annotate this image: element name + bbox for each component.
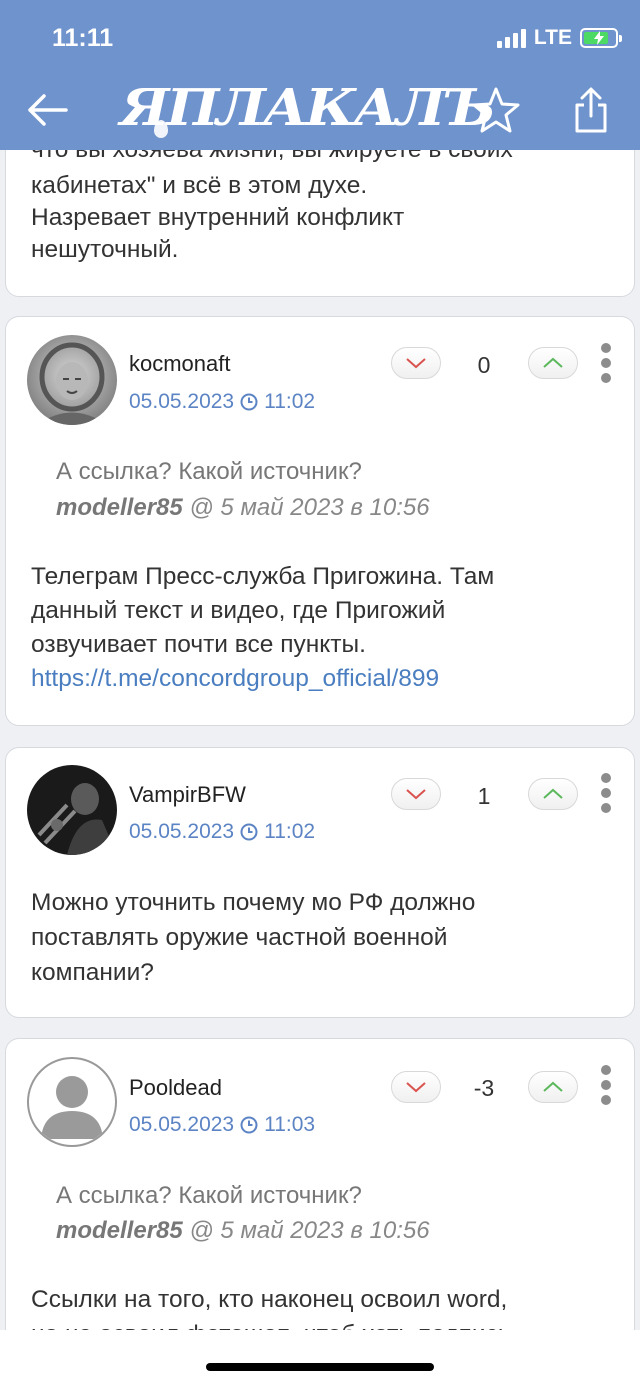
username[interactable]: VampirBFW bbox=[129, 782, 246, 808]
logo-drop-icon bbox=[154, 120, 168, 138]
quote-text: А ссылка? Какой источник? bbox=[56, 1182, 362, 1209]
comment-text-line: Телеграм Пресс-служба Пригожина. Там bbox=[31, 563, 495, 590]
back-arrow-icon bbox=[28, 94, 68, 126]
username[interactable]: kocmonaft bbox=[129, 351, 231, 377]
post-score: -3 bbox=[473, 1075, 495, 1101]
comment-text-line: Можно уточнить почему мо РФ должно bbox=[31, 889, 476, 916]
more-options-icon[interactable] bbox=[598, 343, 614, 383]
chevron-down-icon bbox=[406, 358, 426, 369]
chevron-up-icon bbox=[543, 788, 563, 799]
comment-text-line: нешуточный. bbox=[31, 236, 179, 263]
post-date: 05.05.2023 bbox=[129, 820, 235, 843]
comment-text-line: поставлять оружие частной военной bbox=[31, 924, 448, 951]
comment-text-line: кабинетах" и всё в этом духе. bbox=[31, 172, 368, 199]
star-icon bbox=[472, 87, 520, 133]
signal-icon bbox=[496, 28, 526, 48]
post-time: 11:02 bbox=[264, 820, 316, 843]
favorite-button[interactable] bbox=[468, 82, 524, 138]
quote-meta: @ 5 май 2023 в 10:56 bbox=[182, 494, 430, 521]
quote-author-name[interactable]: modeller85 bbox=[56, 1217, 183, 1244]
vote-down-button[interactable] bbox=[391, 347, 441, 379]
vote-up-button[interactable] bbox=[528, 347, 578, 379]
post-link[interactable]: https://t.me/concordgroup_official/899 bbox=[31, 662, 439, 696]
home-indicator[interactable] bbox=[206, 1363, 434, 1371]
status-indicators: LTE bbox=[496, 26, 622, 50]
comment-text-line: Назревает внутренний конфликт bbox=[31, 204, 405, 231]
share-icon bbox=[575, 87, 607, 133]
network-label: LTE bbox=[533, 26, 572, 49]
post-time: 11:02 bbox=[264, 390, 316, 413]
comment-card: kocmonaft 05.05.2023 11:02 0 А ссылка? К… bbox=[5, 316, 635, 726]
post-datetime: 05.05.2023 11:02 bbox=[129, 820, 315, 844]
post-date: 05.05.2023 bbox=[129, 1113, 235, 1136]
comment-text-line: Ссылки на того, кто наконец освоил word, bbox=[31, 1286, 508, 1313]
comment-card: Pooldead 05.05.2023 11:03 -3 А ссылка? К… bbox=[5, 1038, 635, 1368]
top-header: 11:11 LTE ЯПЛАКАЛЪ bbox=[0, 0, 640, 150]
comment-text-line: компании? bbox=[31, 959, 154, 986]
chevron-up-icon bbox=[543, 357, 563, 368]
clock-icon bbox=[240, 393, 258, 411]
post-datetime: 05.05.2023 11:02 bbox=[129, 390, 315, 414]
username[interactable]: Pooldead bbox=[129, 1075, 222, 1101]
post-score: 0 bbox=[477, 352, 491, 378]
quote-text: А ссылка? Какой источник? bbox=[56, 458, 362, 485]
post-datetime: 05.05.2023 11:03 bbox=[129, 1113, 315, 1137]
avatar[interactable] bbox=[27, 335, 117, 425]
chevron-up-icon bbox=[543, 1081, 563, 1092]
bottom-safe-area bbox=[0, 1330, 640, 1387]
vote-down-button[interactable] bbox=[391, 778, 441, 810]
battery-icon bbox=[580, 28, 622, 48]
post-score: 1 bbox=[477, 783, 491, 809]
avatar[interactable] bbox=[27, 765, 117, 855]
more-options-icon[interactable] bbox=[598, 1065, 614, 1105]
vote-up-button[interactable] bbox=[528, 778, 578, 810]
vote-up-button[interactable] bbox=[528, 1071, 578, 1103]
post-date: 05.05.2023 bbox=[129, 390, 235, 413]
quote-author-name[interactable]: modeller85 bbox=[56, 494, 183, 521]
comment-text-line: данный текст и видео, где Пригожий bbox=[31, 597, 446, 624]
chevron-down-icon bbox=[406, 789, 426, 800]
quote-author: modeller85 @ 5 май 2023 в 10:56 bbox=[56, 494, 430, 522]
site-logo[interactable]: ЯПЛАКАЛЪ bbox=[120, 83, 496, 133]
back-button[interactable] bbox=[18, 82, 74, 138]
comment-card: VampirBFW 05.05.2023 11:02 1 Можно уточн… bbox=[5, 747, 635, 1018]
clock-icon bbox=[240, 1116, 258, 1134]
more-options-icon[interactable] bbox=[598, 773, 614, 813]
share-button[interactable] bbox=[563, 82, 619, 138]
post-time: 11:03 bbox=[264, 1113, 316, 1136]
quote-author: modeller85 @ 5 май 2023 в 10:56 bbox=[56, 1217, 430, 1245]
clock-icon bbox=[240, 823, 258, 841]
status-time: 11:11 bbox=[52, 24, 114, 52]
comment-text-line: озвучивает почти все пункты. bbox=[31, 631, 366, 658]
chevron-down-icon bbox=[406, 1082, 426, 1093]
avatar[interactable] bbox=[27, 1057, 117, 1147]
vote-down-button[interactable] bbox=[391, 1071, 441, 1103]
quote-meta: @ 5 май 2023 в 10:56 bbox=[182, 1217, 430, 1244]
